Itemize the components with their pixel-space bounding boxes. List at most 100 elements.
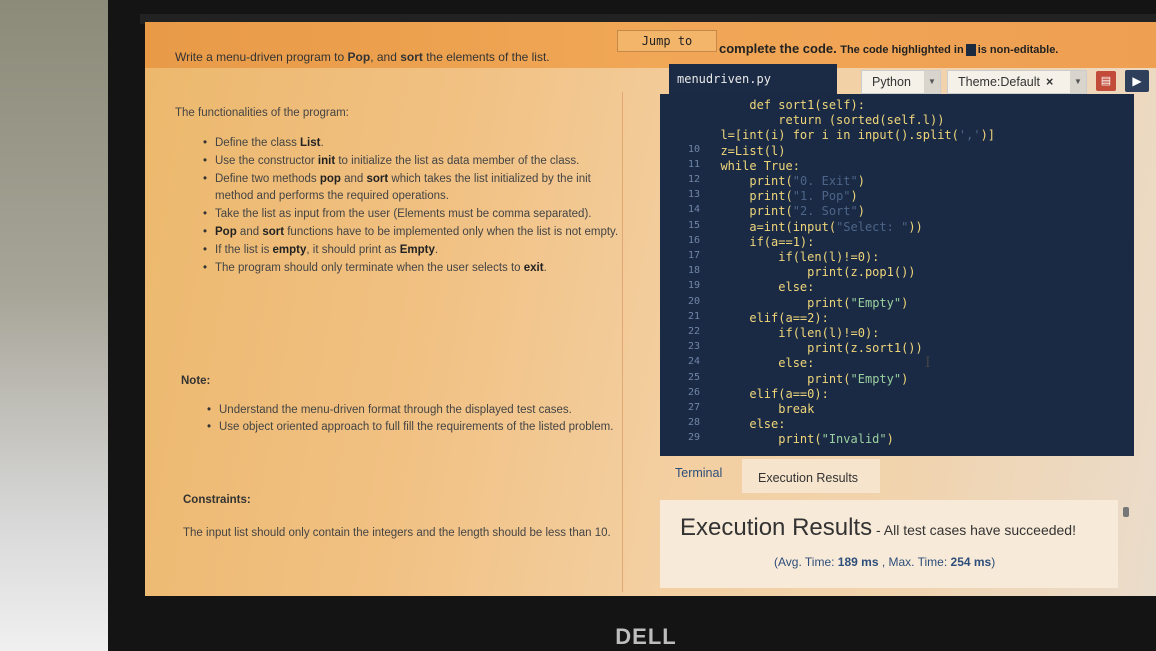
code-line[interactable]: 13 print("1. Pop") xyxy=(660,189,1134,204)
code-token: print( xyxy=(778,432,822,447)
run-button[interactable]: ▶ xyxy=(1125,70,1149,92)
execution-timing: (Avg. Time: 189 ms , Max. Time: 254 ms) xyxy=(774,555,996,569)
tab-terminal[interactable]: Terminal xyxy=(675,466,722,480)
theme-select[interactable]: Theme:Default × ▼ xyxy=(947,70,1087,94)
code-line[interactable]: 11 while True: xyxy=(660,159,1134,174)
code-token: "1. Pop" xyxy=(792,189,851,204)
code-line[interactable]: 21 elif(a==2): xyxy=(660,311,1134,326)
line-number: 28 xyxy=(687,417,700,429)
code-text: print(z.sort1()) xyxy=(706,341,923,355)
code-token: "Invalid" xyxy=(821,432,887,447)
list-item: Define the class List. xyxy=(203,135,625,152)
code-text: print("1. Pop") xyxy=(706,189,858,204)
tab-execution-results[interactable]: Execution Results xyxy=(742,459,880,493)
code-line[interactable]: 20 print("Empty") xyxy=(660,296,1134,311)
code-line[interactable]: l=[int(i) for i in input().split(',')] xyxy=(660,128,1134,143)
results-tabs: Terminal Execution Results xyxy=(660,454,1134,494)
code-line[interactable]: 15 a=int(input("Select: ")) xyxy=(660,220,1134,235)
code-token: else: xyxy=(778,280,815,295)
code-line[interactable]: return (sorted(self.l)) xyxy=(660,113,1134,128)
code-line[interactable]: 28 else: xyxy=(660,417,1134,432)
line-number: 26 xyxy=(687,386,700,398)
line-number: 20 xyxy=(687,295,700,307)
code-token: a=int(input( xyxy=(749,219,837,234)
code-editor[interactable]: def sort1(self): return (sorted(self.l))… xyxy=(660,94,1134,456)
code-line[interactable]: 14 print("2. Sort") xyxy=(660,204,1134,219)
file-tab[interactable]: menudriven.py xyxy=(669,64,837,94)
code-instruction: complete the code. The code highlighted … xyxy=(719,41,1059,56)
text-cursor-icon: I xyxy=(925,355,931,371)
list-item: Use the constructor init to initialize t… xyxy=(203,153,625,170)
code-text: print("2. Sort") xyxy=(706,204,865,218)
execution-results-panel: Execution Results - All test cases have … xyxy=(660,500,1118,588)
save-button[interactable]: ▤ xyxy=(1096,71,1116,91)
code-line[interactable]: 26 elif(a==0): xyxy=(660,387,1134,402)
code-token: "Empty" xyxy=(850,371,902,386)
language-select[interactable]: Python ▼ xyxy=(861,70,941,94)
code-line[interactable]: 25 print("Empty") xyxy=(660,372,1134,387)
code-token: l=[int(i) for i in input().split( xyxy=(720,128,959,143)
line-number: 25 xyxy=(687,371,700,383)
code-line[interactable]: 10 z=List(l) xyxy=(660,144,1134,159)
code-text: if(len(l)!=0): xyxy=(706,250,879,264)
code-token: "0. Exit" xyxy=(792,174,858,188)
code-text: a=int(input("Select: ")) xyxy=(706,219,923,234)
code-line[interactable]: 17 if(len(l)!=0): xyxy=(660,250,1134,265)
code-line[interactable]: 24 else: xyxy=(660,356,1134,371)
code-text: elif(a==2): xyxy=(706,310,829,325)
code-token: )] xyxy=(980,128,996,143)
code-token: ) xyxy=(901,295,909,310)
code-token: z=List(l) xyxy=(720,143,786,158)
code-token: ) xyxy=(901,371,909,386)
line-number: 14 xyxy=(687,204,700,216)
list-item: Pop and sort functions have to be implem… xyxy=(203,224,625,241)
list-item: The program should only terminate when t… xyxy=(203,260,625,277)
code-text: else: xyxy=(706,280,814,294)
code-token: def sort1(self): xyxy=(749,98,865,112)
code-line[interactable]: def sort1(self): xyxy=(660,98,1134,113)
code-token: print( xyxy=(749,204,793,219)
code-text: print("Empty") xyxy=(706,296,908,310)
code-token: elif(a==2): xyxy=(749,310,829,325)
code-line[interactable]: 27 break xyxy=(660,402,1134,417)
code-line[interactable]: 22 if(len(l)!=0): xyxy=(660,326,1134,341)
jump-to-button[interactable]: Jump to xyxy=(617,30,717,52)
save-icon: ▤ xyxy=(1100,75,1112,87)
code-token: else: xyxy=(778,356,815,371)
code-token: break xyxy=(778,402,815,416)
code-token: ) xyxy=(850,189,858,204)
code-text: return (sorted(self.l)) xyxy=(706,113,944,127)
note-heading: Note: xyxy=(181,375,211,387)
code-text: z=List(l) xyxy=(706,144,785,158)
code-token: )) xyxy=(908,219,923,234)
constraints-heading: Constraints: xyxy=(183,494,251,506)
code-line[interactable]: 18 print(z.pop1()) xyxy=(660,265,1134,280)
pane-divider[interactable] xyxy=(622,92,623,592)
constraints-text: The input list should only contain the i… xyxy=(183,527,611,539)
line-number: 10 xyxy=(687,143,700,155)
line-number: 23 xyxy=(687,341,700,353)
background-wall xyxy=(0,0,120,651)
code-text: print("Empty") xyxy=(706,372,908,386)
clear-theme-icon[interactable]: × xyxy=(1046,75,1053,89)
code-token: "Select: " xyxy=(836,219,909,234)
code-line[interactable]: 12 print("0. Exit") xyxy=(660,174,1134,189)
code-token: print(z.sort1()) xyxy=(807,341,923,356)
code-line[interactable]: 16 if(a==1): xyxy=(660,235,1134,250)
code-token: print( xyxy=(807,295,851,310)
code-token: elif(a==0): xyxy=(749,386,829,401)
functionalities-heading: The functionalities of the program: xyxy=(175,107,349,119)
brand-logo: DELL xyxy=(615,624,677,649)
code-line[interactable]: 29 print("Invalid") xyxy=(660,432,1134,447)
code-line[interactable]: 19 else: xyxy=(660,280,1134,295)
code-line[interactable]: 23 print(z.sort1()) xyxy=(660,341,1134,356)
line-number: 18 xyxy=(687,265,700,277)
code-text: print("Invalid") xyxy=(706,432,894,446)
code-text: break xyxy=(706,402,814,416)
code-token: if(len(l)!=0): xyxy=(778,250,880,264)
functionalities-list: Define the class List. Use the construct… xyxy=(203,135,625,278)
scrollbar-thumb[interactable] xyxy=(1123,507,1129,517)
code-token: if(a==1): xyxy=(749,234,815,249)
line-number: 24 xyxy=(687,356,700,368)
code-text: else: xyxy=(706,356,814,370)
